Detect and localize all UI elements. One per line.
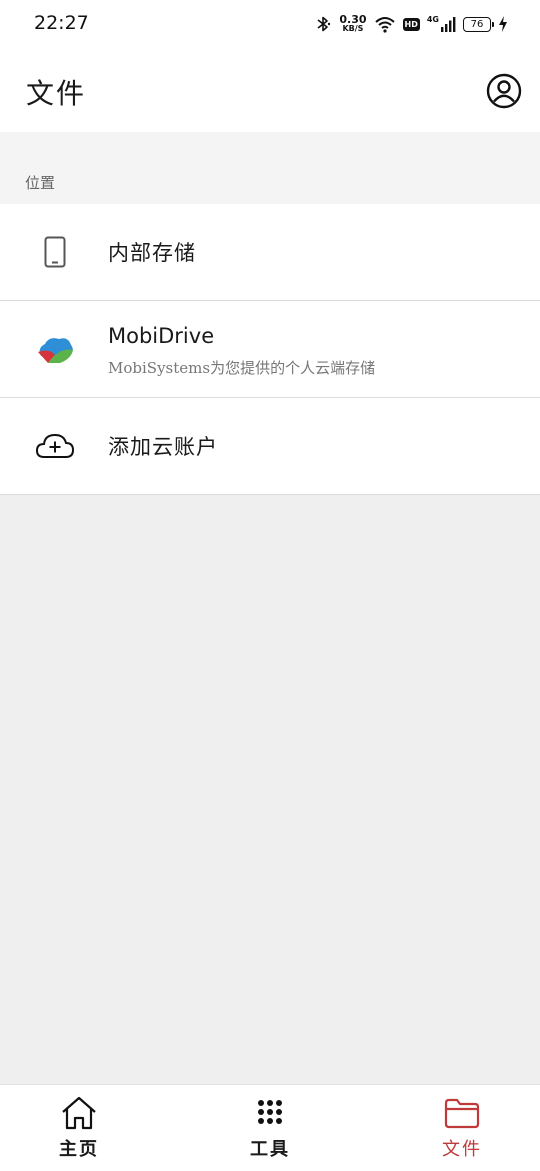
home-icon bbox=[62, 1096, 96, 1130]
nav-tools[interactable]: 工具 bbox=[215, 1095, 325, 1165]
bottom-navigation: 主页 工具 文件 bbox=[0, 1084, 540, 1171]
hd-badge: HD bbox=[402, 17, 420, 31]
nav-label: 文件 bbox=[442, 1139, 482, 1160]
list-item-subtitle: MobiSystems为您提供的个人云端存储 bbox=[108, 359, 376, 377]
section-label: 位置 bbox=[25, 174, 56, 192]
net-speed-value: 0.30 bbox=[339, 13, 367, 26]
nav-label: 主页 bbox=[59, 1139, 99, 1160]
battery-level: 76 bbox=[470, 18, 484, 30]
app-bar: 文件 bbox=[0, 46, 540, 132]
list-item-title: MobiDrive bbox=[108, 324, 215, 348]
status-time: 22:27 bbox=[34, 12, 89, 34]
nav-label: 工具 bbox=[250, 1139, 290, 1160]
mobidrive-logo-icon bbox=[33, 329, 77, 369]
status-icons: 0.30 KB/S HD 4G 76 bbox=[314, 12, 508, 36]
net-speed-unit: KB/S bbox=[342, 24, 364, 33]
folder-icon bbox=[444, 1098, 480, 1129]
battery-indicator: 76 bbox=[463, 16, 494, 32]
charging-icon bbox=[498, 16, 508, 32]
list-item-label: 内部存储 bbox=[108, 241, 196, 265]
list-item-add-cloud-account[interactable]: 添加云账户 bbox=[0, 398, 540, 495]
signal-icon bbox=[441, 17, 456, 32]
cloud-add-icon bbox=[33, 426, 77, 466]
nav-files[interactable]: 文件 bbox=[407, 1095, 517, 1165]
status-bar: 22:27 0.30 KB/S HD 4G 76 bbox=[0, 0, 540, 46]
net-speed: 0.30 KB/S bbox=[339, 13, 367, 33]
phone-icon bbox=[33, 232, 77, 272]
network-type: 4G bbox=[426, 15, 439, 24]
wifi-icon bbox=[374, 15, 396, 33]
list-item-internal-storage[interactable]: 内部存储 bbox=[0, 204, 540, 301]
grid-dots-icon bbox=[258, 1100, 282, 1124]
nav-home[interactable]: 主页 bbox=[24, 1095, 134, 1165]
list-item-mobidrive[interactable]: MobiDrive MobiSystems为您提供的个人云端存储 bbox=[0, 301, 540, 398]
bluetooth-icon bbox=[314, 15, 332, 33]
signal-indicator: 4G bbox=[427, 16, 456, 32]
list-item-label: 添加云账户 bbox=[108, 435, 218, 459]
page-title: 文件 bbox=[26, 77, 87, 110]
locations-section-header: 位置 bbox=[0, 132, 540, 204]
account-circle-icon bbox=[486, 73, 522, 109]
locations-list: 内部存储 MobiDrive MobiSystems为您提供的个人云端存储 添加… bbox=[0, 204, 540, 495]
account-button[interactable] bbox=[486, 73, 522, 109]
